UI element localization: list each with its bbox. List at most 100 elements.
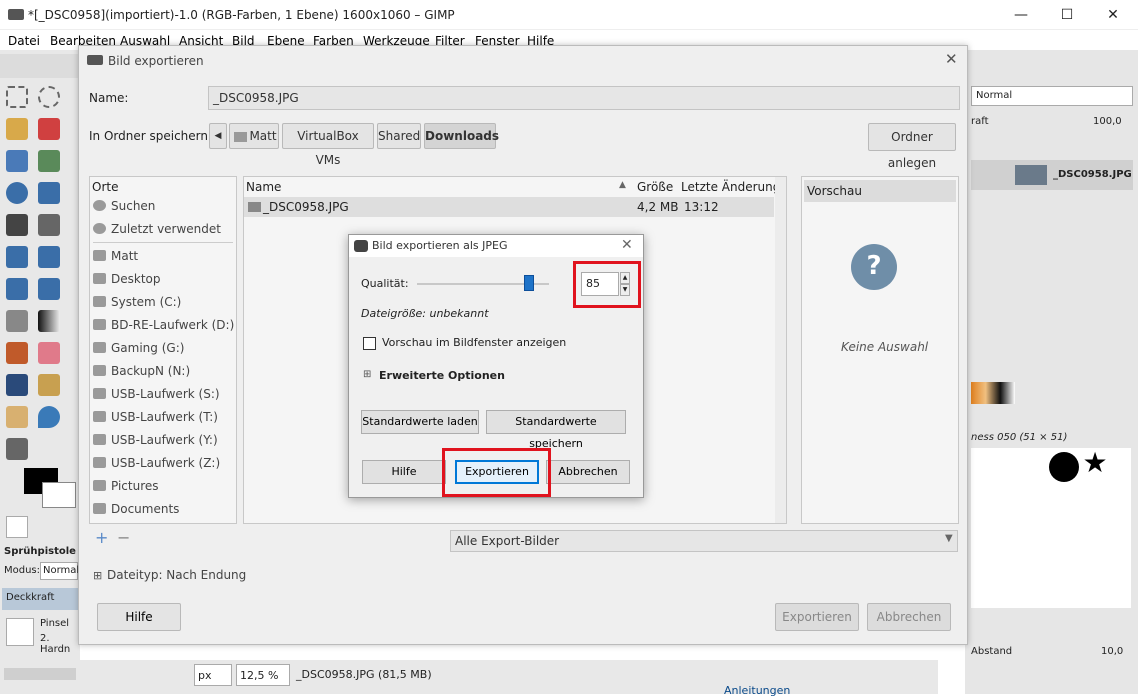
- unit-select[interactable]: px: [194, 664, 232, 686]
- recent-icon: [93, 223, 106, 234]
- window-title: *[_DSC0958](importiert)-1.0 (RGB-Farben,…: [28, 8, 455, 22]
- create-folder-button[interactable]: Ordner anlegen: [868, 123, 956, 170]
- path-segment-matt[interactable]: Matt: [229, 123, 279, 149]
- tool-options-mode-select[interactable]: Normal: [40, 562, 79, 580]
- place-documents[interactable]: Documents: [93, 499, 179, 519]
- tool-options-name: Sprühpistole: [4, 546, 76, 557]
- zoom-icon[interactable]: [6, 182, 28, 204]
- add-place-icon[interactable]: +: [95, 528, 108, 547]
- path-back-button[interactable]: ◀: [209, 123, 227, 149]
- maximize-button[interactable]: ☐: [1044, 0, 1090, 30]
- advanced-expander-icon[interactable]: ⊞: [363, 369, 371, 380]
- preview-checkbox[interactable]: [363, 337, 376, 350]
- blur-icon[interactable]: [38, 406, 60, 428]
- load-defaults-button[interactable]: Standardwerte laden: [361, 410, 479, 434]
- place-system-c[interactable]: System (C:): [93, 292, 181, 312]
- place-usb-y-label: USB-Laufwerk (Y:): [111, 433, 218, 447]
- heal-icon[interactable]: [6, 406, 28, 428]
- place-backup-n[interactable]: BackupN (N:): [93, 361, 190, 381]
- place-matt[interactable]: Matt: [93, 246, 138, 266]
- folder-icon: [93, 273, 106, 284]
- color-select-icon[interactable]: [38, 118, 60, 140]
- place-search-label: Suchen: [111, 199, 156, 213]
- tool-options-tab-icon[interactable]: [6, 516, 28, 538]
- remove-place-icon[interactable]: −: [117, 528, 130, 547]
- place-bd-re-d[interactable]: BD-RE-Laufwerk (D:): [93, 315, 234, 335]
- col-size-header[interactable]: Größe: [637, 180, 673, 194]
- clone-icon[interactable]: [38, 374, 60, 396]
- export-dialog-export-button[interactable]: Exportieren: [775, 603, 859, 631]
- tool-options-opacity[interactable]: Deckkraft: [2, 588, 78, 610]
- jpeg-help-button[interactable]: Hilfe: [362, 460, 446, 484]
- jpeg-dialog-close-icon[interactable]: ✕: [621, 237, 633, 253]
- foreground-select-icon[interactable]: [38, 150, 60, 172]
- name-input[interactable]: _DSC0958.JPG: [208, 86, 960, 110]
- measure-icon[interactable]: [38, 182, 60, 204]
- export-dialog-cancel-button[interactable]: Abbrechen: [867, 603, 951, 631]
- zoom-select[interactable]: 12,5 %: [236, 664, 290, 686]
- gradient-swatch[interactable]: [971, 382, 1015, 404]
- ellipse-select-icon[interactable]: [38, 86, 60, 108]
- export-dialog-close-icon[interactable]: ✕: [945, 50, 958, 68]
- place-usb-z[interactable]: USB-Laufwerk (Z:): [93, 453, 220, 473]
- bucket-fill-icon[interactable]: [6, 310, 28, 332]
- place-pictures[interactable]: Pictures: [93, 476, 159, 496]
- filter-select[interactable]: Alle Export-Bilder: [450, 530, 958, 552]
- crop-icon[interactable]: [6, 246, 28, 268]
- flip-icon[interactable]: [6, 278, 28, 300]
- brush-star-icon[interactable]: ★: [1080, 448, 1110, 478]
- rotate-icon[interactable]: [38, 246, 60, 268]
- move-icon[interactable]: [6, 214, 28, 236]
- save-defaults-button[interactable]: Standardwerte speichern: [486, 410, 626, 450]
- minimize-button[interactable]: —: [998, 0, 1044, 30]
- col-modified-header[interactable]: Letzte Änderung: [681, 180, 780, 194]
- image-file-icon: [248, 202, 261, 212]
- place-usb-z-label: USB-Laufwerk (Z:): [111, 456, 221, 470]
- place-desktop[interactable]: Desktop: [93, 269, 161, 289]
- preview-checkbox-label[interactable]: Vorschau im Bildfenster anzeigen: [382, 336, 566, 349]
- background-color-swatch[interactable]: [42, 482, 76, 508]
- wilber-banner: [0, 54, 80, 78]
- path-segment-downloads[interactable]: Downloads: [424, 123, 499, 149]
- file-list-scrollbar[interactable]: [775, 177, 786, 523]
- folder-label: In Ordner speichern:: [89, 129, 213, 143]
- align-icon[interactable]: [38, 214, 60, 236]
- usb-drive-icon: [93, 457, 106, 468]
- dock-mode-select[interactable]: Normal: [971, 86, 1133, 106]
- export-dialog-title: Bild exportieren: [108, 54, 204, 68]
- paintbrush-icon[interactable]: [6, 342, 28, 364]
- quality-slider-handle[interactable]: [524, 275, 535, 291]
- place-usb-t[interactable]: USB-Laufwerk (T:): [93, 407, 218, 427]
- fuzzy-select-icon[interactable]: [6, 118, 28, 140]
- place-usb-y[interactable]: USB-Laufwerk (Y:): [93, 430, 218, 450]
- place-usb-s[interactable]: USB-Laufwerk (S:): [93, 384, 220, 404]
- cage-icon[interactable]: [38, 278, 60, 300]
- close-button[interactable]: ✕: [1090, 0, 1136, 30]
- tool-options-mode-label: Modus:: [4, 565, 41, 576]
- brush-preview[interactable]: [6, 618, 34, 646]
- jpeg-cancel-button[interactable]: Abbrechen: [546, 460, 630, 484]
- brush-round-icon[interactable]: [1049, 452, 1079, 482]
- file-row[interactable]: _DSC0958.JPG 4,2 MB 13:12: [244, 197, 774, 217]
- place-gaming-g[interactable]: Gaming (G:): [93, 338, 184, 358]
- eraser-icon[interactable]: [38, 342, 60, 364]
- advanced-options-expander[interactable]: Erweiterte Optionen: [379, 369, 505, 382]
- jpeg-dialog-title: Bild exportieren als JPEG: [372, 239, 508, 252]
- path-segment-shared[interactable]: Shared: [377, 123, 421, 149]
- path-segment-virtualbox[interactable]: VirtualBox VMs: [282, 123, 374, 167]
- dock-opacity-value[interactable]: 100,0: [1093, 116, 1122, 127]
- scissors-icon[interactable]: [6, 150, 28, 172]
- menu-datei[interactable]: Datei: [8, 34, 40, 48]
- smudge-icon[interactable]: [6, 438, 28, 460]
- export-dialog-help-button[interactable]: Hilfe: [97, 603, 181, 631]
- rect-select-icon[interactable]: [6, 86, 28, 108]
- place-search[interactable]: Suchen: [93, 196, 155, 216]
- ink-icon[interactable]: [6, 374, 28, 396]
- dock-spacing-value[interactable]: 10,0: [1101, 646, 1123, 657]
- place-documents-label: Documents: [111, 502, 180, 516]
- col-name-header[interactable]: Name: [246, 180, 281, 194]
- gradient-icon[interactable]: [38, 310, 60, 332]
- filetype-expander[interactable]: Dateityp: Nach Endung: [107, 568, 246, 582]
- place-recent[interactable]: Zuletzt verwendet: [93, 219, 221, 239]
- filetype-expander-icon[interactable]: ⊞: [93, 569, 102, 582]
